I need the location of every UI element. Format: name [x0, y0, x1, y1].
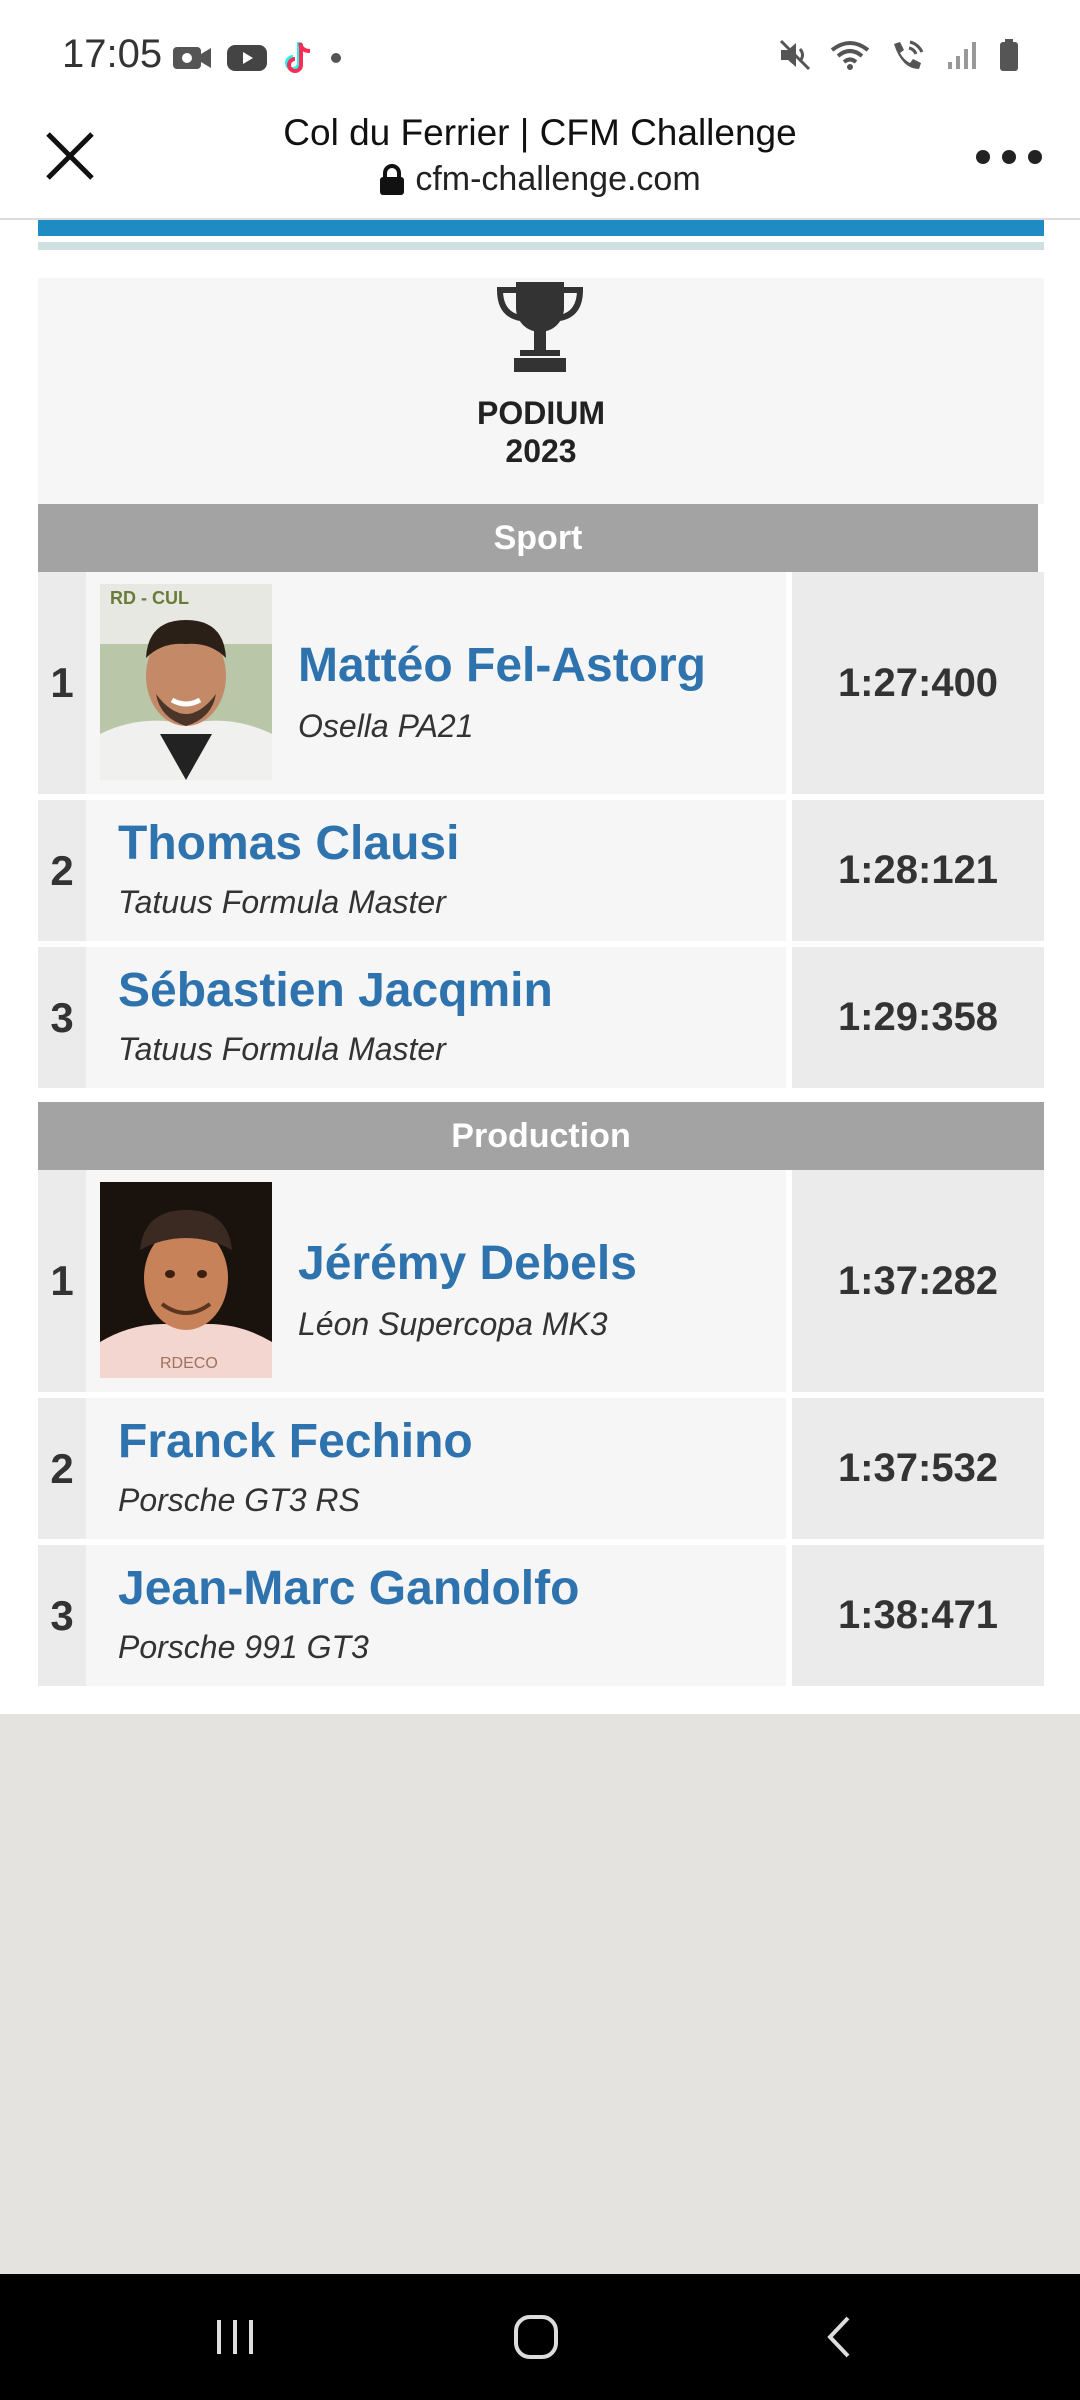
podium-title-year: 2023 [505, 433, 577, 469]
web-content[interactable]: PODIUM 2023 Sport 1 RD - CUL Mattéo Fel-… [0, 220, 1080, 1714]
lock-icon [380, 163, 405, 195]
custom-tab-toolbar: Col du Ferrier | CFM Challenge cfm-chall… [0, 112, 1080, 220]
driver-name-link[interactable]: Jean-Marc Gandolfo [118, 1561, 579, 1616]
car-model: Tatuus Formula Master [118, 1031, 446, 1067]
lap-time: 1:29:358 [792, 947, 1044, 1088]
driver-name-link[interactable]: Jérémy Debels [298, 1236, 637, 1291]
tiktok-icon [285, 42, 311, 73]
car-model: Porsche 991 GT3 [118, 1629, 369, 1665]
driver-name-link[interactable]: Mattéo Fel-Astorg [298, 638, 706, 693]
page-background [0, 1714, 1080, 2274]
car-model: Osella PA21 [298, 708, 474, 744]
driver-name-link[interactable]: Thomas Clausi [118, 816, 459, 871]
rank: 1 [38, 572, 86, 794]
driver-photo: RDECO [100, 1182, 272, 1378]
driver-cell: RDECO Jérémy Debels Léon Supercopa MK3 [86, 1170, 786, 1392]
podium-title: PODIUM 2023 [38, 394, 1044, 470]
video-call-icon [173, 47, 211, 69]
section-header: Production [38, 1102, 1044, 1170]
svg-text:RD - CUL: RD - CUL [110, 588, 189, 608]
page-title: Col du Ferrier | CFM Challenge [283, 112, 797, 153]
clock: 17:05 [62, 32, 163, 76]
system-icons [778, 38, 1020, 72]
podium-title-line1: PODIUM [477, 395, 605, 431]
more-options-icon[interactable] [976, 142, 1042, 172]
driver-cell: RD - CUL Mattéo Fel-Astorg Osella PA21 [86, 572, 786, 794]
rank: 2 [38, 800, 86, 941]
podium-row: 3 Sébastien Jacqmin Tatuus Formula Maste… [38, 947, 1044, 1088]
trophy-icon [496, 282, 584, 372]
driver-name-link[interactable]: Sébastien Jacqmin [118, 963, 553, 1018]
menu-dot [976, 150, 990, 164]
navigation-bar [0, 2274, 1080, 2400]
divider [38, 242, 1044, 250]
podium-row: 2 Franck Fechino Porsche GT3 RS 1:37:532 [38, 1398, 1044, 1539]
car-model: Léon Supercopa MK3 [298, 1306, 608, 1342]
status-bar: 17:05 [0, 0, 1080, 112]
car-model: Porsche GT3 RS [118, 1482, 360, 1518]
wifi-icon [830, 41, 870, 70]
podium-row: 1 RDECO Jérémy Debels Léon Supercopa MK3… [38, 1170, 1044, 1392]
podium-row: 2 Thomas Clausi Tatuus Formula Master 1:… [38, 800, 1044, 941]
recent-apps-icon[interactable] [205, 2310, 265, 2364]
youtube-icon [227, 45, 267, 71]
svg-text:RDECO: RDECO [160, 1355, 218, 1372]
mute-icon [779, 39, 811, 71]
driver-cell: Franck Fechino Porsche GT3 RS [86, 1398, 786, 1539]
car-model: Tatuus Formula Master [118, 884, 446, 920]
section-header: Sport [38, 504, 1038, 572]
driver-cell: Thomas Clausi Tatuus Formula Master [86, 800, 786, 941]
close-icon[interactable] [40, 126, 100, 186]
menu-dot [1002, 150, 1016, 164]
accent-bar [38, 220, 1044, 236]
menu-dot [1028, 150, 1042, 164]
podium-row: 1 RD - CUL Mattéo Fel-Astorg Osella PA21… [38, 572, 1044, 794]
lap-time: 1:28:121 [792, 800, 1044, 941]
rank: 2 [38, 1398, 86, 1539]
driver-cell: Sébastien Jacqmin Tatuus Formula Master [86, 947, 786, 1088]
page-url[interactable]: cfm-challenge.com [180, 160, 900, 205]
section-sport: Sport 1 RD - CUL Mattéo Fel-Astorg Osell… [38, 504, 1044, 1088]
wifi-calling-icon [894, 40, 924, 69]
rank: 3 [38, 947, 86, 1088]
dot-icon [331, 53, 341, 63]
lap-time: 1:38:471 [792, 1545, 1044, 1686]
driver-name-link[interactable]: Franck Fechino [118, 1414, 473, 1469]
driver-photo: RD - CUL [100, 584, 272, 780]
lap-time: 1:37:532 [792, 1398, 1044, 1539]
notification-icons [172, 40, 344, 76]
podium-card: PODIUM 2023 [38, 278, 1044, 504]
signal-icon [948, 42, 976, 69]
driver-cell: Jean-Marc Gandolfo Porsche 991 GT3 [86, 1545, 786, 1686]
lap-time: 1:27:400 [792, 572, 1044, 794]
podium-row: 3 Jean-Marc Gandolfo Porsche 991 GT3 1:3… [38, 1545, 1044, 1686]
back-icon[interactable] [810, 2310, 870, 2364]
rank: 1 [38, 1170, 86, 1392]
section-production: Production 1 RDECO Jérémy Debels Léon Su… [38, 1102, 1044, 1686]
rank: 3 [38, 1545, 86, 1686]
url-text: cfm-challenge.com [415, 160, 701, 198]
home-icon[interactable] [506, 2310, 566, 2364]
lap-time: 1:37:282 [792, 1170, 1044, 1392]
battery-icon [1000, 39, 1018, 71]
